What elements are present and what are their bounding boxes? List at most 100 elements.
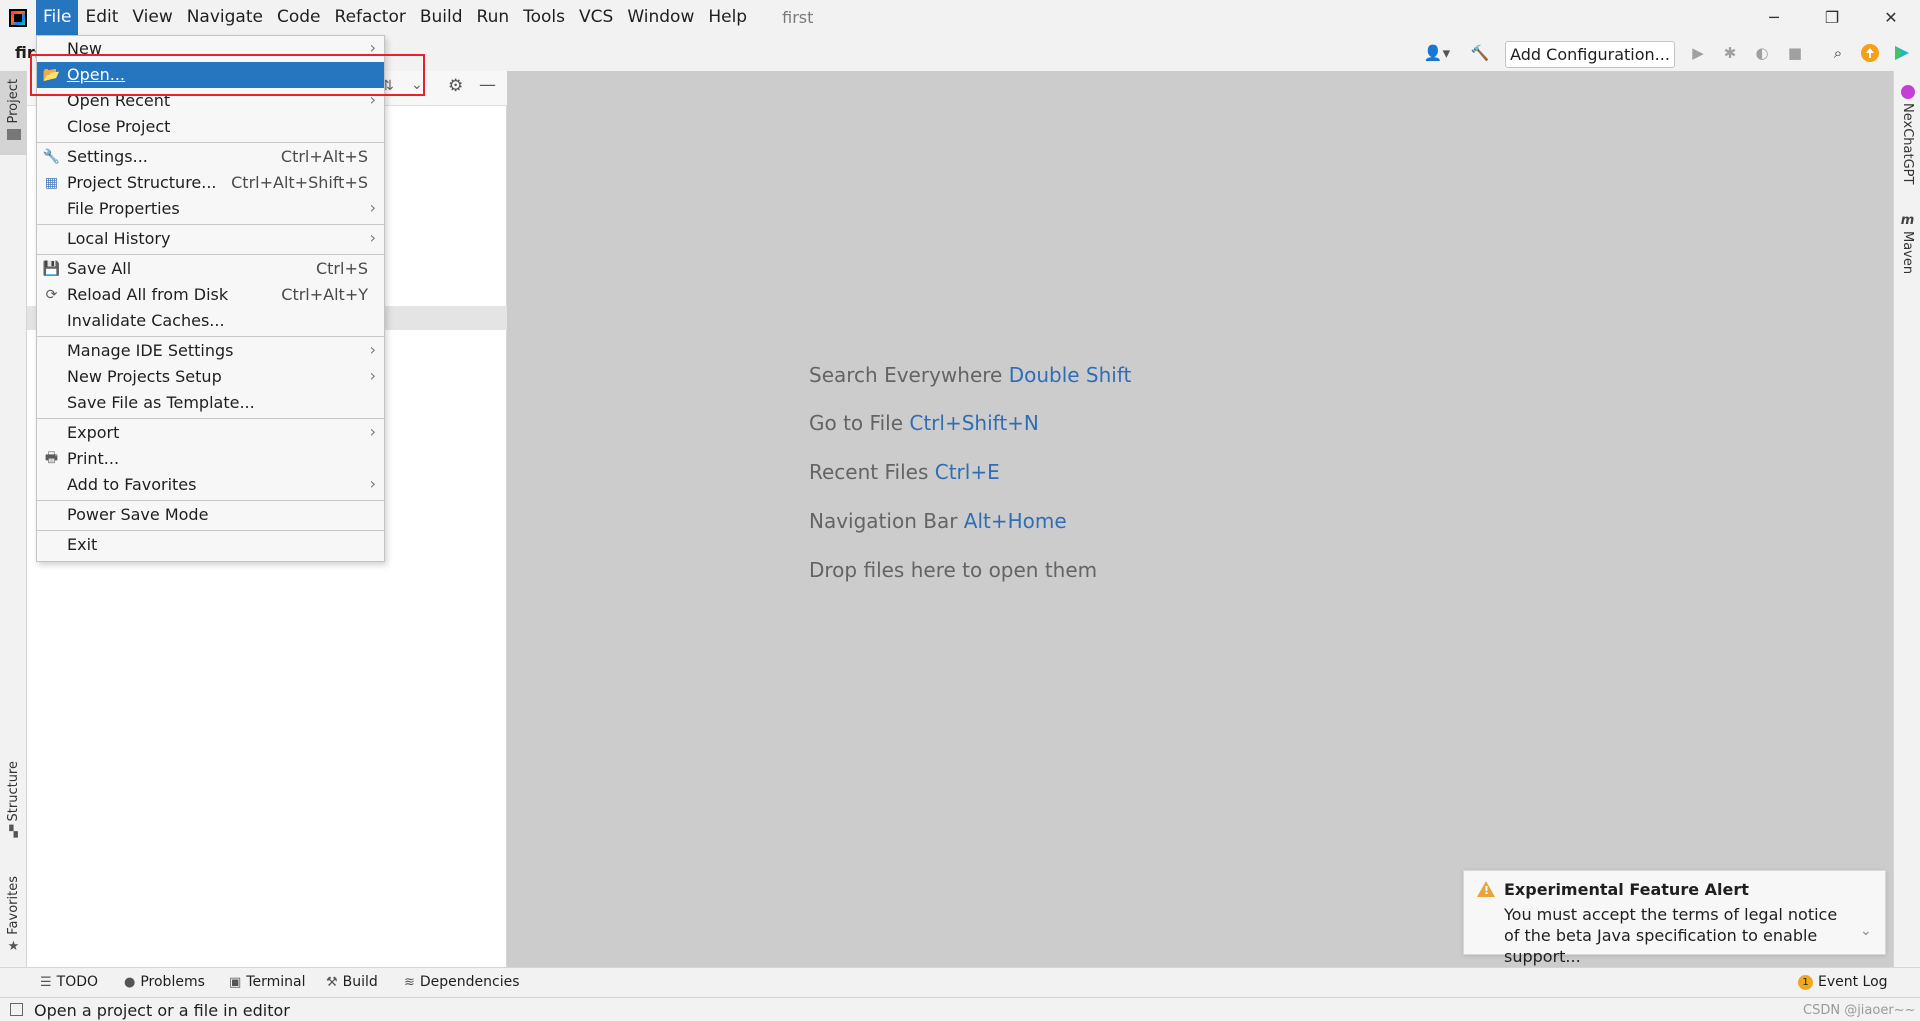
notification-title: Experimental Feature Alert — [1504, 880, 1749, 899]
hint-shortcut: Ctrl+Shift+N — [909, 411, 1039, 435]
search-icon[interactable]: ⌕ — [1828, 43, 1848, 63]
menu-separator — [37, 418, 384, 419]
menu-item-manage-ide-settings[interactable]: Manage IDE Settings › — [37, 338, 384, 364]
menu-item-invalidate-caches[interactable]: Invalidate Caches... — [37, 308, 384, 334]
menu-window[interactable]: Window — [620, 0, 701, 35]
menu-item-shortcut: Ctrl+Alt+Shift+S — [231, 173, 368, 192]
status-square-icon[interactable] — [10, 1003, 23, 1016]
status-message: Open a project or a file in editor — [34, 1001, 290, 1020]
tool-tab-maven[interactable]: m Maven — [1894, 213, 1920, 274]
hint-recent-files: Recent Files Ctrl+E — [809, 460, 1000, 484]
menu-separator — [37, 500, 384, 501]
menu-item-local-history[interactable]: Local History › — [37, 226, 384, 252]
gear-icon[interactable]: ⚙ — [448, 76, 463, 96]
menu-view[interactable]: View — [125, 0, 179, 35]
intellij-logo-icon — [9, 8, 27, 27]
menu-item-label: Add to Favorites — [67, 475, 197, 494]
submenu-arrow-icon: › — [369, 366, 376, 385]
highlight-annotation-box — [30, 54, 425, 96]
hint-shortcut: Double Shift — [1008, 363, 1132, 387]
menu-code[interactable]: Code — [270, 0, 328, 35]
hint-go-to-file: Go to File Ctrl+Shift+N — [809, 411, 1039, 435]
wrench-icon: 🔧 — [42, 149, 61, 165]
menu-item-label: Reload All from Disk — [67, 285, 229, 304]
menu-refactor[interactable]: Refactor — [328, 0, 413, 35]
menu-item-save-all[interactable]: 💾 Save All Ctrl+S — [37, 256, 384, 282]
menu-item-label: Save All — [67, 259, 132, 278]
tool-tab-build[interactable]: ⚒ Build — [326, 974, 378, 990]
tool-tab-favorites[interactable]: Favorites ★ — [0, 876, 27, 954]
menu-item-project-structure[interactable]: ▦ Project Structure... Ctrl+Alt+Shift+S — [37, 170, 384, 196]
tool-tab-event-log[interactable]: 1 Event Log — [1798, 974, 1888, 990]
restore-button[interactable]: ❐ — [1803, 0, 1861, 35]
maven-icon: m — [1900, 213, 1915, 228]
coverage-icon[interactable]: ◐ — [1752, 43, 1772, 63]
tool-tab-nexchatgpt[interactable]: NexChatGPT — [1894, 85, 1920, 184]
menu-item-close-project[interactable]: Close Project — [37, 114, 384, 140]
menu-navigate[interactable]: Navigate — [180, 0, 270, 35]
close-button[interactable]: ✕ — [1862, 0, 1920, 35]
debug-icon[interactable]: ✱ — [1720, 43, 1740, 63]
hint-text: Navigation Bar — [809, 509, 958, 533]
dependencies-label: Dependencies — [419, 974, 520, 990]
menu-item-add-to-favorites[interactable]: Add to Favorites › — [37, 472, 384, 498]
favorites-tab-label: Favorites — [6, 876, 21, 935]
build-hammer-icon[interactable]: 🔨 — [1470, 43, 1490, 63]
menu-file[interactable]: File — [36, 0, 79, 35]
tool-tab-structure[interactable]: Structure ▚ — [0, 761, 27, 838]
menu-item-label: Invalidate Caches... — [67, 311, 225, 330]
menu-item-label: Settings... — [67, 147, 148, 166]
notification-popup[interactable]: Experimental Feature Alert You must acce… — [1463, 870, 1886, 966]
tool-tab-dependencies[interactable]: ≋ Dependencies — [404, 974, 520, 990]
tool-tab-project[interactable]: Project — [0, 71, 27, 155]
menu-item-print[interactable]: 🖶 Print... — [37, 446, 384, 472]
menu-edit[interactable]: Edit — [78, 0, 125, 35]
watermark: CSDN @jiaoer~~ — [1803, 1003, 1916, 1018]
menu-item-save-as-template[interactable]: Save File as Template... — [37, 390, 384, 416]
menu-build[interactable]: Build — [413, 0, 470, 35]
hint-text: Search Everywhere — [809, 363, 1003, 387]
menu-item-export[interactable]: Export › — [37, 420, 384, 446]
project-structure-icon: ▦ — [44, 175, 59, 191]
menu-run[interactable]: Run — [470, 0, 517, 35]
tool-tab-terminal[interactable]: ▣ Terminal — [229, 974, 305, 990]
plugin-logo-icon[interactable] — [1892, 43, 1912, 63]
hint-search-everywhere: Search Everywhere Double Shift — [809, 363, 1131, 387]
menu-item-power-save-mode[interactable]: Power Save Mode — [37, 502, 384, 528]
menu-item-label: Save File as Template... — [67, 393, 255, 412]
terminal-icon: ▣ — [229, 974, 242, 990]
tool-tab-todo[interactable]: ☰ TODO — [40, 974, 98, 990]
menu-separator — [37, 336, 384, 337]
hint-navigation-bar: Navigation Bar Alt+Home — [809, 509, 1067, 533]
stop-icon[interactable]: ■ — [1785, 43, 1805, 63]
add-configuration-button[interactable]: Add Configuration... — [1505, 41, 1675, 68]
menu-item-file-properties[interactable]: File Properties › — [37, 196, 384, 222]
submenu-arrow-icon: › — [369, 474, 376, 493]
warning-icon — [1477, 881, 1495, 897]
folder-icon — [6, 129, 21, 141]
menu-item-reload-all[interactable]: ⟳ Reload All from Disk Ctrl+Alt+Y — [37, 282, 384, 308]
menu-item-shortcut: Ctrl+Alt+Y — [281, 285, 368, 304]
update-icon[interactable] — [1860, 43, 1880, 63]
user-account-icon[interactable]: 👤▾ — [1420, 43, 1454, 63]
menu-vcs[interactable]: VCS — [572, 0, 620, 35]
problems-icon: ● — [124, 974, 136, 990]
structure-icon: ▚ — [9, 825, 18, 839]
hint-text: Drop files here to open them — [809, 558, 1098, 582]
menu-item-settings[interactable]: 🔧 Settings... Ctrl+Alt+S — [37, 144, 384, 170]
notification-body: You must accept the terms of legal notic… — [1504, 905, 1838, 966]
menu-help[interactable]: Help — [701, 0, 754, 35]
menu-item-exit[interactable]: Exit — [37, 532, 384, 558]
menu-item-label: Exit — [67, 535, 98, 554]
tool-tab-problems[interactable]: ● Problems — [124, 974, 205, 990]
hide-panel-icon[interactable]: — — [479, 75, 496, 95]
menu-tools[interactable]: Tools — [516, 0, 572, 35]
editor-empty-area[interactable]: Search Everywhere Double Shift Go to Fil… — [507, 71, 1893, 967]
menu-bar: File Edit View Navigate Code Refactor Bu… — [0, 0, 1920, 35]
expand-chevron-icon[interactable]: ⌄ — [1860, 923, 1872, 939]
run-icon[interactable]: ▶ — [1688, 43, 1708, 63]
menu-item-new-projects-setup[interactable]: New Projects Setup › — [37, 364, 384, 390]
printer-icon: 🖶 — [44, 450, 59, 466]
minimize-button[interactable]: ─ — [1745, 0, 1803, 35]
menu-item-label: Project Structure... — [67, 173, 217, 192]
